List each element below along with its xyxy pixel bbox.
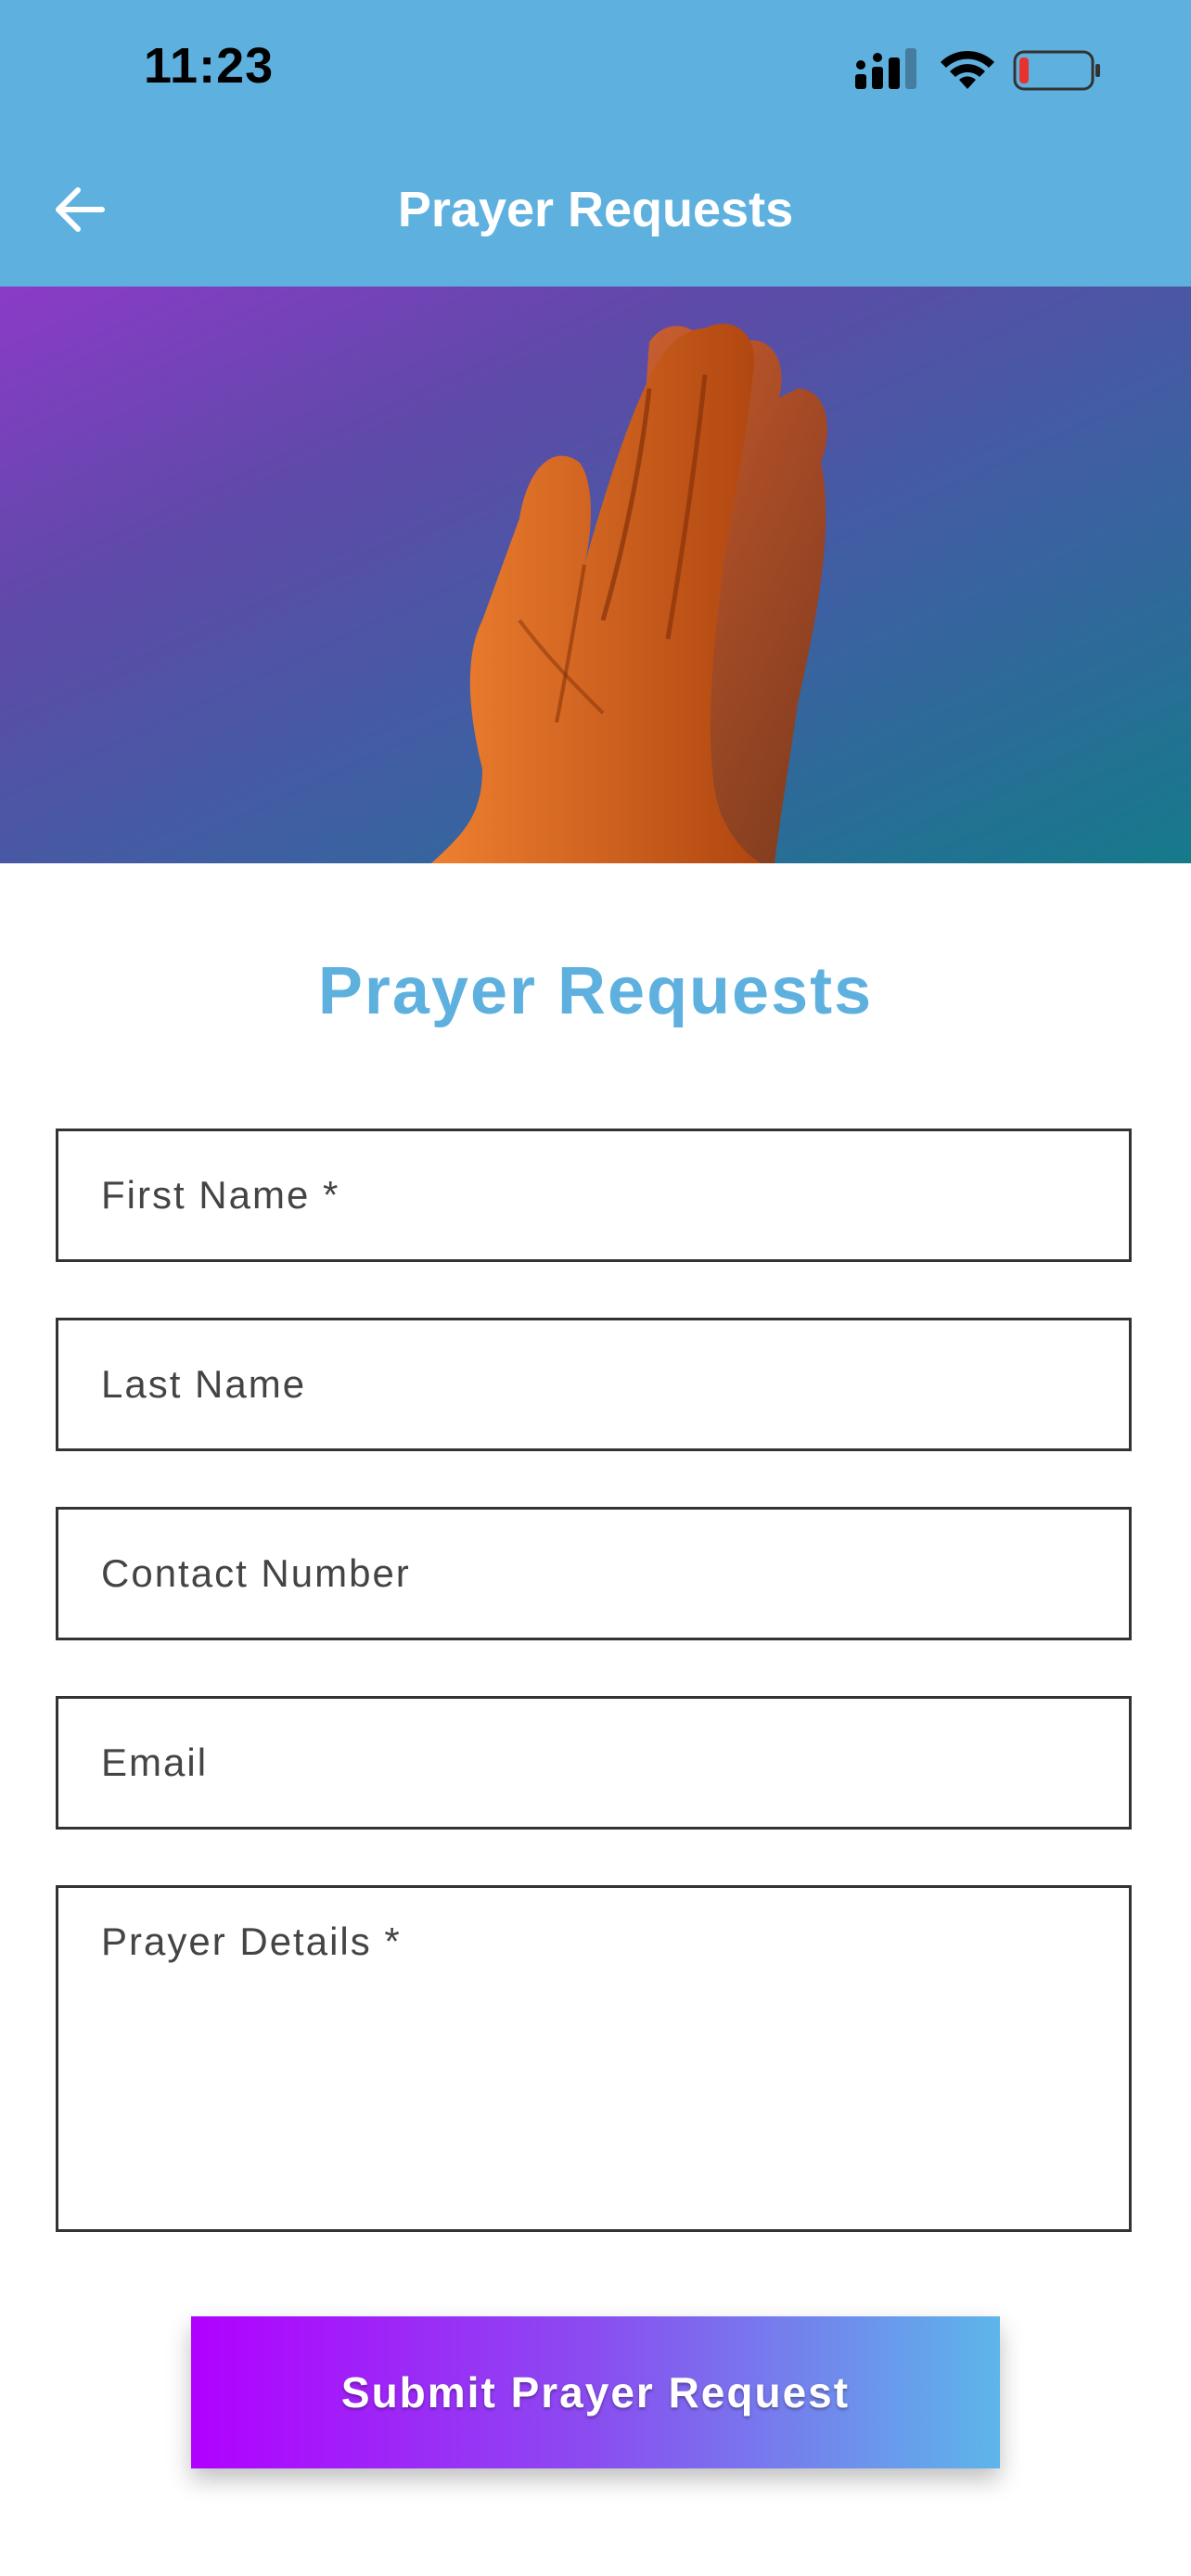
status-icons: [853, 46, 1113, 102]
last-name-input[interactable]: [58, 1320, 1129, 1448]
contact-number-input[interactable]: [58, 1510, 1129, 1638]
prayer-details-input[interactable]: [58, 1888, 1129, 2229]
back-button[interactable]: [45, 174, 115, 245]
first-name-field[interactable]: [56, 1129, 1132, 1262]
wifi-icon: [941, 50, 994, 89]
contact-number-field[interactable]: [56, 1507, 1132, 1640]
email-field[interactable]: [56, 1696, 1132, 1830]
submit-prayer-request-button[interactable]: Submit Prayer Request: [191, 2316, 1000, 2468]
hero-banner: [0, 287, 1191, 863]
praying-hands-image: [431, 324, 827, 863]
status-time: 11:23: [144, 38, 275, 94]
first-name-input[interactable]: [58, 1131, 1129, 1259]
form-title: Prayer Requests: [317, 954, 874, 1028]
page-title: Prayer Requests: [397, 182, 794, 237]
battery-icon: [1013, 50, 1100, 91]
signal-icon: [855, 48, 916, 89]
app-header: 11:23 Prayer Requests: [0, 0, 1191, 287]
last-name-field[interactable]: [56, 1318, 1132, 1451]
prayer-details-field[interactable]: [56, 1885, 1132, 2232]
arrow-left-icon: [56, 187, 105, 232]
email-input[interactable]: [58, 1699, 1129, 1827]
